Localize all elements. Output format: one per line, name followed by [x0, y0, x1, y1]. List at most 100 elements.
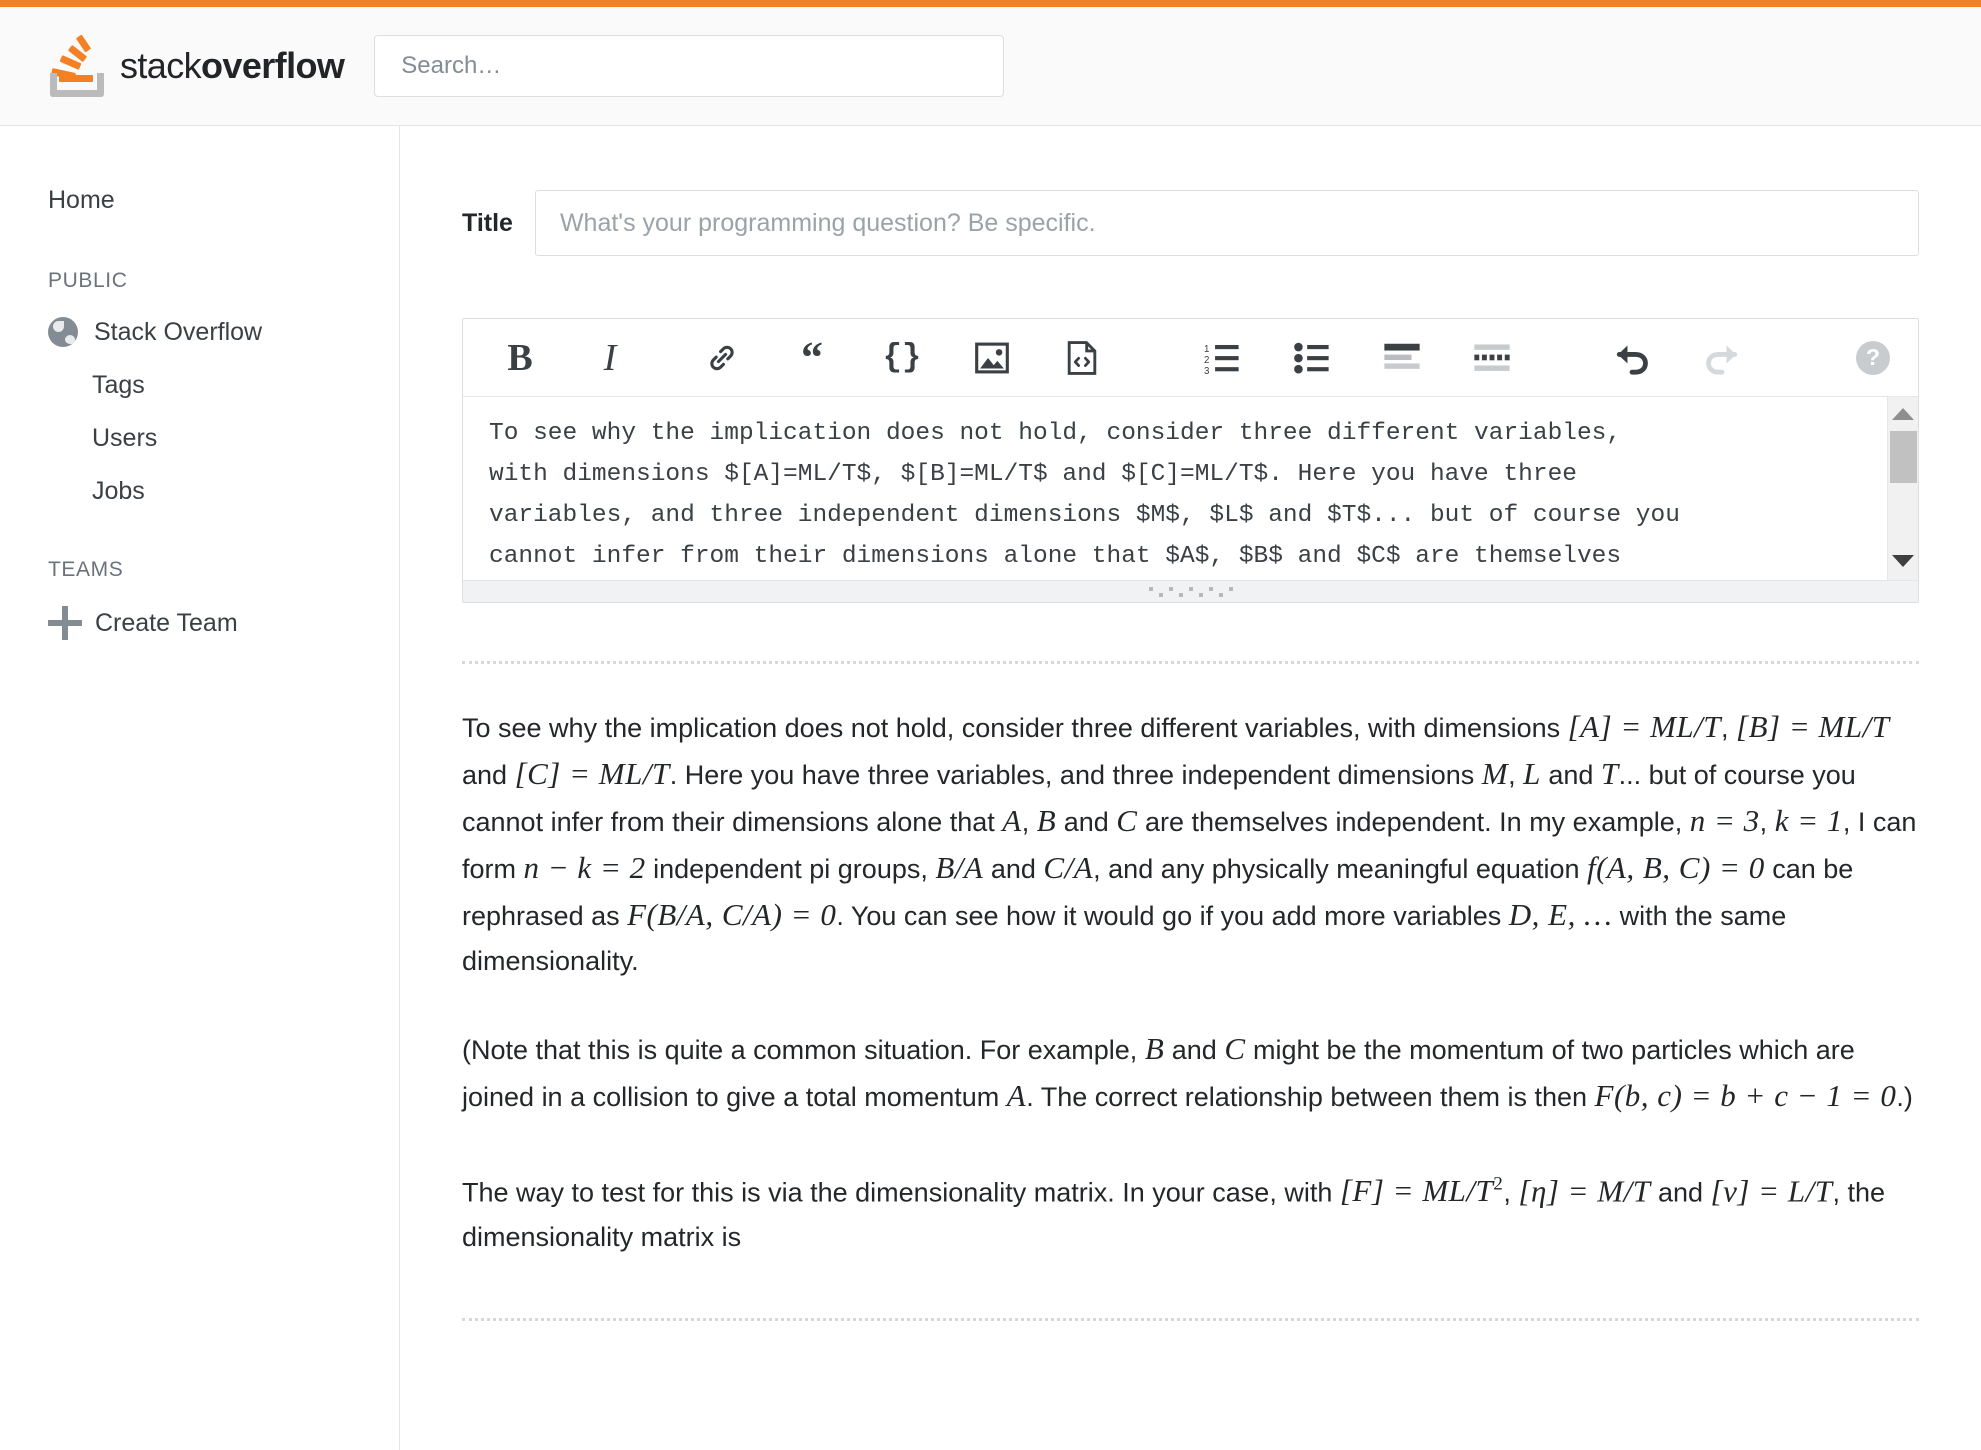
math-expression: [A] = ML/T [1567, 709, 1722, 744]
math-expression: k = 1 [1774, 803, 1843, 838]
text: , [1021, 807, 1037, 837]
title-placeholder: What's your programming question? Be spe… [559, 208, 1096, 237]
bulleted-list-icon[interactable] [1285, 331, 1339, 385]
search-placeholder: Search… [401, 52, 502, 79]
plus-icon [48, 606, 82, 640]
text: are themselves independent. In my exampl… [1137, 807, 1690, 837]
resize-grip-icon [1148, 586, 1233, 597]
title-input[interactable]: What's your programming question? Be spe… [534, 190, 1919, 256]
title-label: Title [462, 208, 513, 237]
text: , [1503, 1177, 1519, 1208]
sidebar-item-label: Tags [92, 371, 145, 399]
sidebar-item-jobs[interactable]: Jobs [0, 465, 399, 518]
logo-text-light: stack [120, 45, 202, 86]
math-expression: [η] = M/T [1518, 1173, 1651, 1209]
horizontal-rule-icon[interactable] [1465, 331, 1519, 385]
text: and [1540, 760, 1601, 790]
math-expression: A [1002, 803, 1022, 838]
math-expression: [F] = ML/T2 [1340, 1173, 1504, 1208]
left-sidebar: Home PUBLIC Stack Overflow Tags Users Jo… [0, 126, 400, 1450]
code-snippet-icon[interactable] [1055, 331, 1109, 385]
stack-overflow-logo-icon [48, 34, 106, 97]
math-expression: C/A [1043, 850, 1094, 885]
math-expression: n = 3 [1689, 803, 1760, 838]
math-expression: B [1144, 1031, 1165, 1066]
math-expression: n − k = 2 [523, 850, 646, 885]
sidebar-section-public: PUBLIC [48, 269, 128, 292]
text: . Here you have three variables, and thr… [669, 760, 1482, 790]
text: . You can see how it would go if you add… [836, 901, 1509, 931]
text: , [1721, 713, 1737, 743]
markdown-preview: To see why the implication does not hold… [462, 664, 1919, 1260]
redo-icon[interactable] [1695, 331, 1749, 385]
math-expression: F(b, c) = b + c − 1 = 0 [1594, 1078, 1897, 1113]
text: , [1759, 807, 1775, 837]
math-expression: [C] = ML/T [514, 756, 670, 791]
math-expression: f(A, B, C) = 0 [1586, 850, 1765, 885]
editor-scrollbar[interactable] [1887, 397, 1918, 580]
site-header: stackoverflow Search… [0, 7, 1981, 126]
text: and [983, 854, 1044, 884]
inline-code-icon[interactable]: {} [875, 331, 929, 385]
numbered-list-icon[interactable]: 1 2 3 [1195, 331, 1249, 385]
math-expression: D, E, … [1508, 897, 1613, 932]
sidebar-item-label: Jobs [92, 477, 145, 505]
editor-toolbar: B I “ {} 1 2 3 ? [463, 319, 1918, 397]
math-base: [F] = ML/T [1339, 1173, 1494, 1209]
preview-bottom-divider [462, 1318, 1919, 1322]
preview-paragraph-3: The way to test for this is via the dime… [462, 1162, 1919, 1260]
math-superscript: 2 [1493, 1174, 1504, 1195]
svg-text:2: 2 [1204, 354, 1209, 365]
text: and [1056, 807, 1117, 837]
math-expression: L [1523, 756, 1541, 791]
site-logo[interactable]: stackoverflow [48, 34, 345, 97]
math-expression: T [1600, 756, 1619, 791]
markdown-textarea[interactable]: To see why the implication does not hold… [463, 397, 1887, 580]
sidebar-item-create-team[interactable]: Create Team [0, 594, 399, 652]
editor-resize-handle[interactable] [463, 580, 1918, 602]
undo-icon[interactable] [1605, 331, 1659, 385]
top-accent-bar [0, 0, 1981, 7]
text: , [1508, 760, 1524, 790]
search-input[interactable]: Search… [374, 35, 1005, 97]
text: To see why the implication does not hold… [462, 713, 1568, 743]
sidebar-item-tags[interactable]: Tags [0, 359, 399, 412]
svg-text:3: 3 [1204, 365, 1209, 374]
sidebar-item-stack-overflow[interactable]: Stack Overflow [0, 305, 399, 359]
math-expression: [B] = ML/T [1736, 709, 1890, 744]
sidebar-item-users[interactable]: Users [0, 412, 399, 465]
scrollbar-thumb[interactable] [1890, 431, 1917, 483]
svg-text:1: 1 [1204, 343, 1209, 354]
text: The way to test for this is via the dime… [462, 1177, 1340, 1208]
math-expression: C [1116, 803, 1138, 838]
sidebar-item-label: Stack Overflow [94, 317, 263, 346]
bold-button[interactable]: B [493, 331, 547, 385]
scroll-down-arrow-icon[interactable] [1892, 555, 1914, 567]
sidebar-item-label: Home [48, 186, 115, 214]
text: and [1650, 1177, 1711, 1208]
preview-paragraph-2: (Note that this is quite a common situat… [462, 1026, 1919, 1120]
math-expression: M [1481, 756, 1509, 791]
math-expression: F(B/A, C/A) = 0 [627, 897, 837, 932]
text: . The correct relationship between them … [1026, 1082, 1595, 1112]
heading-icon[interactable] [1375, 331, 1429, 385]
markdown-editor: B I “ {} 1 2 3 ? To see why the implicat… [462, 318, 1919, 603]
preview-paragraph-1: To see why the implication does not hold… [462, 704, 1919, 984]
blockquote-icon[interactable]: “ [785, 331, 839, 385]
image-icon[interactable] [965, 331, 1019, 385]
math-expression: B/A [935, 850, 984, 885]
math-expression: B [1036, 803, 1057, 838]
text: and [1164, 1035, 1225, 1065]
math-expression: A [1006, 1078, 1027, 1113]
italic-button[interactable]: I [583, 331, 637, 385]
scroll-up-arrow-icon[interactable] [1892, 408, 1914, 420]
text: independent pi groups, [645, 854, 936, 884]
title-field-row: Title What's your programming question? … [462, 190, 1919, 256]
sidebar-section-teams: TEAMS [48, 558, 124, 581]
globe-icon [48, 317, 78, 347]
sidebar-item-home[interactable]: Home [0, 172, 399, 229]
link-icon[interactable] [695, 331, 749, 385]
logo-text-bold: overflow [201, 45, 345, 86]
math-expression: [v] = L/T [1710, 1173, 1833, 1209]
help-icon[interactable]: ? [1856, 340, 1890, 375]
